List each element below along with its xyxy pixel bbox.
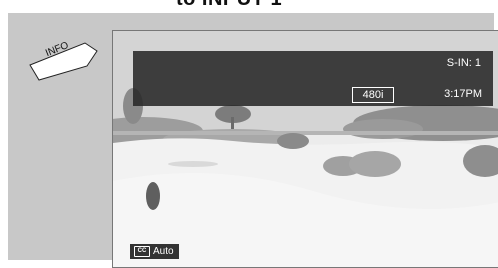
closed-caption-icon: CC xyxy=(134,246,150,257)
input-source-label: S-IN: 1 xyxy=(446,57,481,69)
info-osd-banner: S-IN: 1 480i 3:17PM xyxy=(133,51,493,106)
tv-screen: S-IN: 1 480i 3:17PM CC Auto xyxy=(112,30,498,268)
resolution-badge: 480i xyxy=(352,87,394,103)
closed-caption-status: CC Auto xyxy=(130,244,179,259)
clock-time: 3:17PM xyxy=(444,88,482,100)
illustration-panel: INFO S-IN: 1 480i 3:17PM CC Auto xyxy=(8,13,498,268)
page-heading: to INPUT 1 xyxy=(176,0,282,11)
closed-caption-value: Auto xyxy=(153,246,174,257)
